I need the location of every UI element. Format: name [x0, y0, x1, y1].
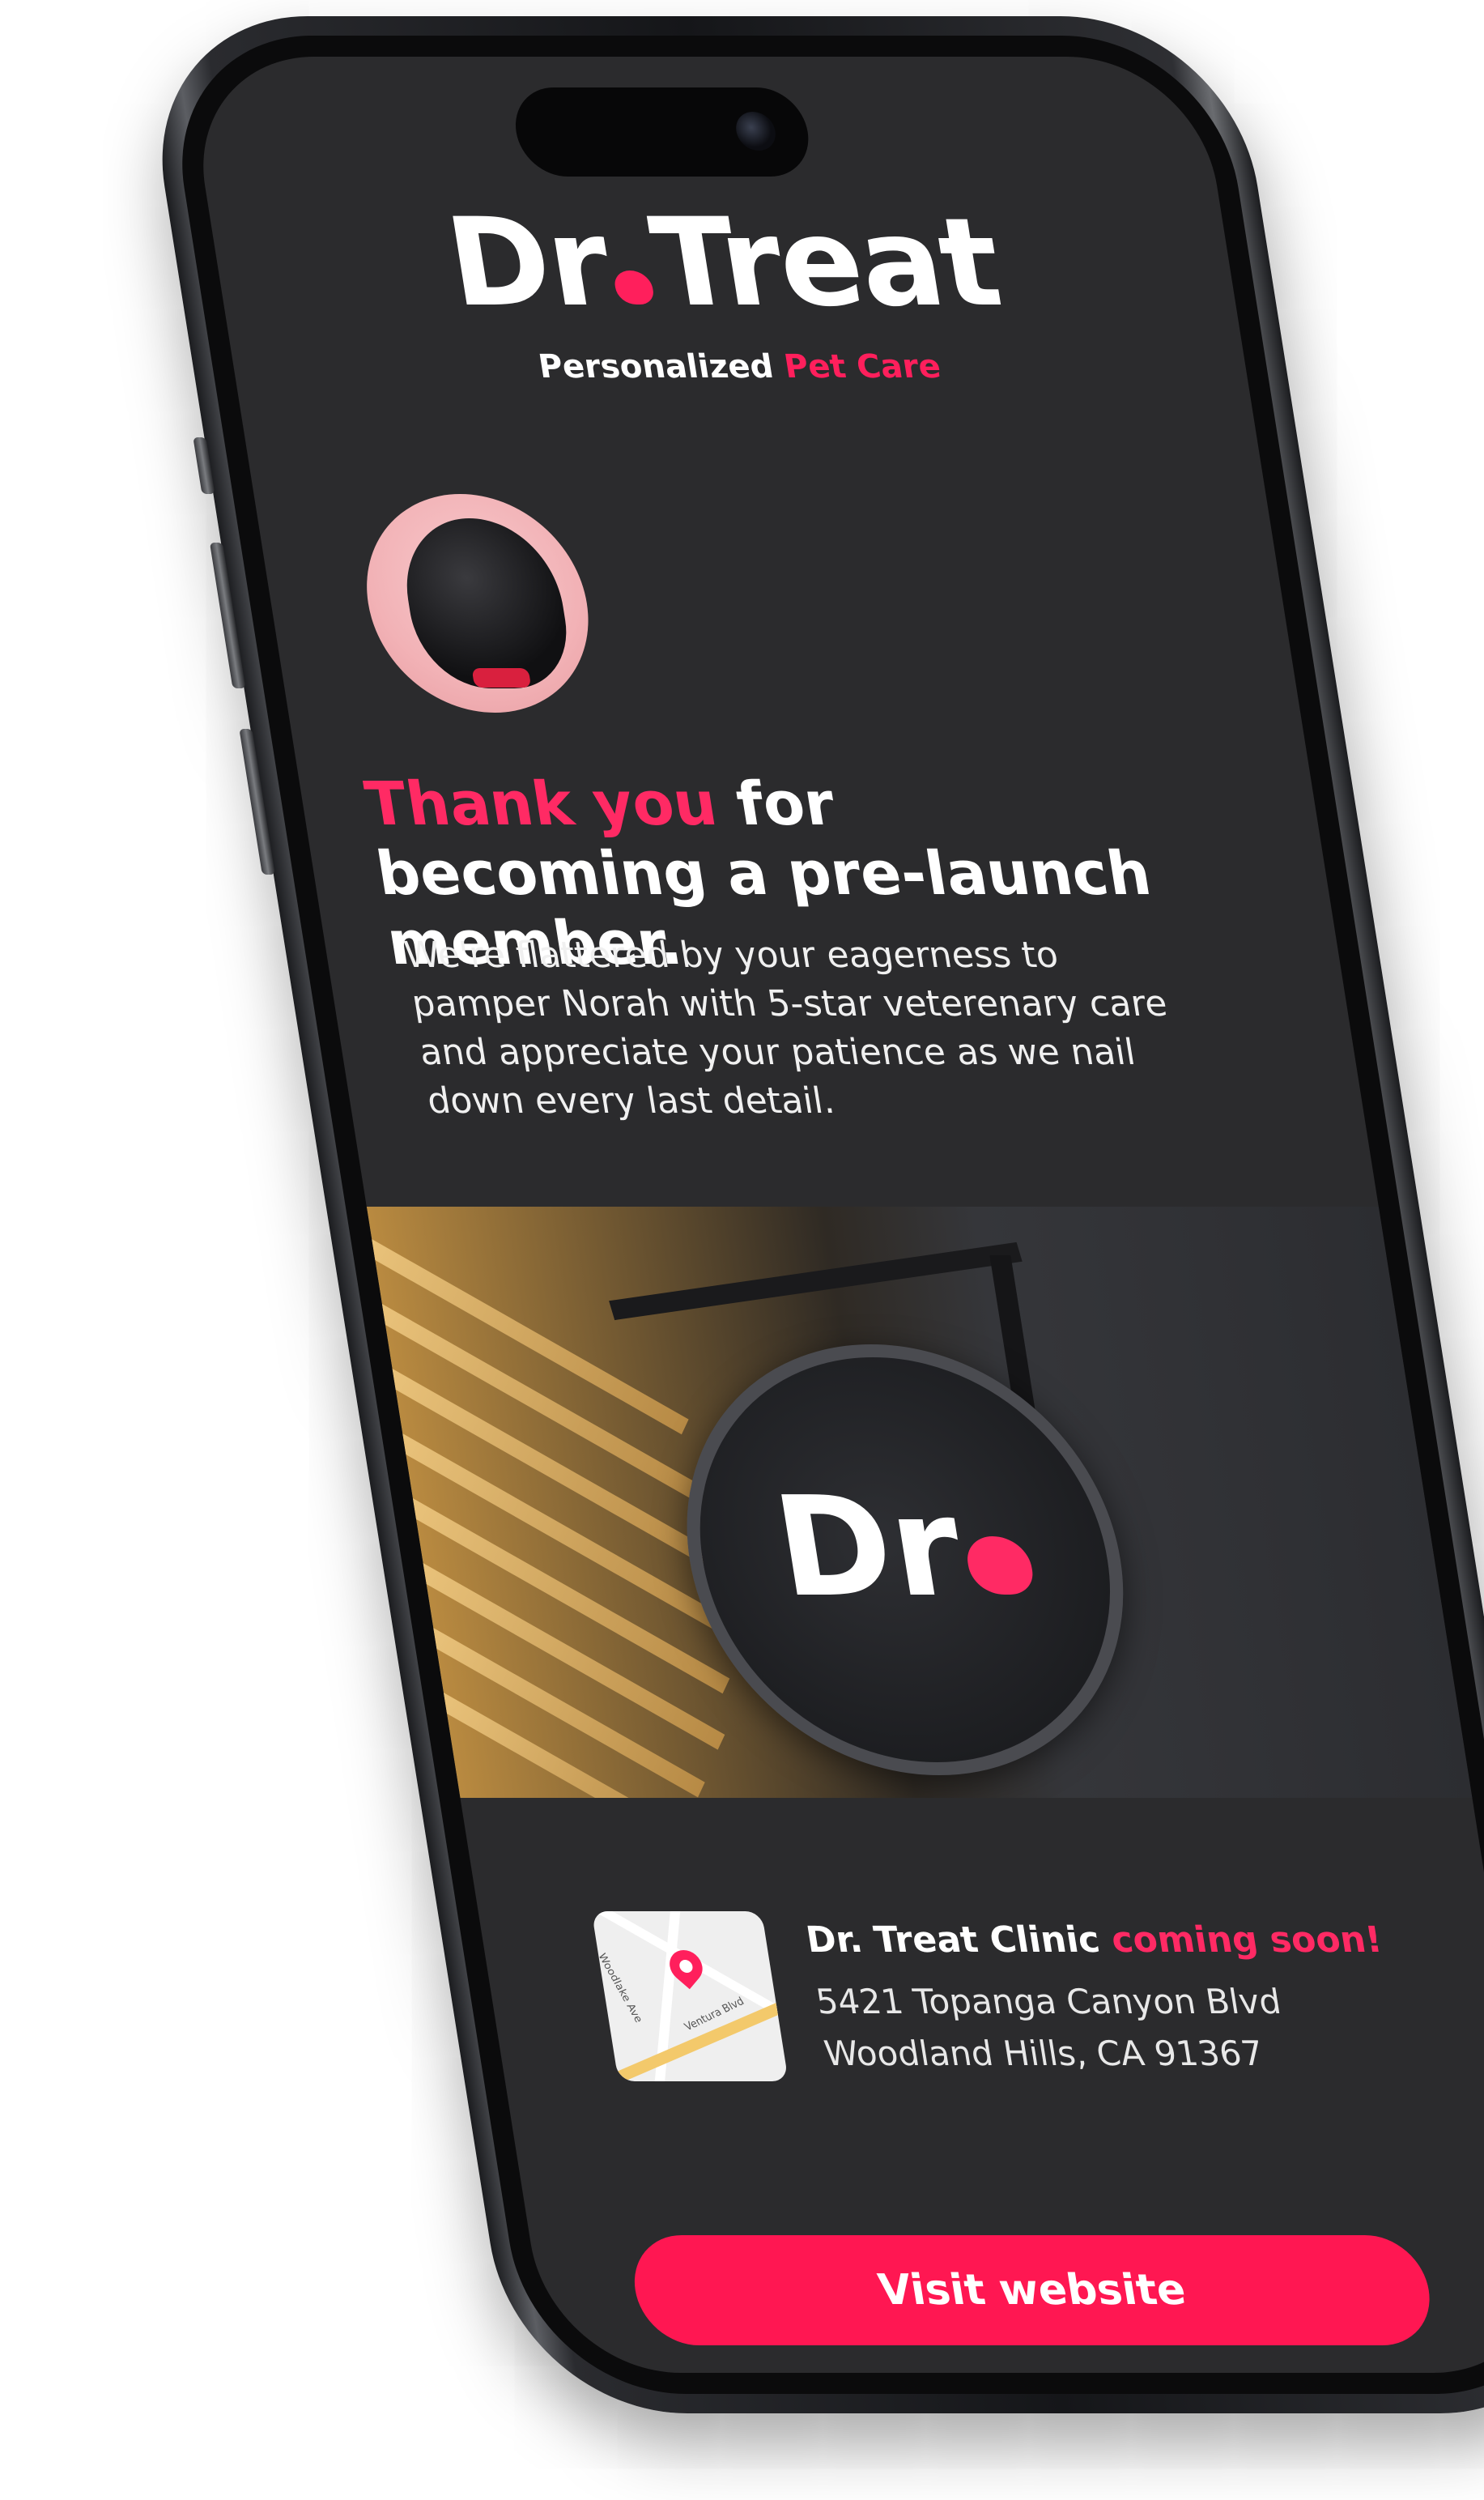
- stage: Dr Treat Personalized Pet Care Thank you …: [0, 0, 1484, 2500]
- visit-website-button[interactable]: Visit website: [626, 2235, 1438, 2345]
- heart-dot-icon: [612, 270, 656, 305]
- sign-logo: Dr: [690, 1467, 1116, 1628]
- phone-body: Dr Treat Personalized Pet Care Thank you …: [138, 16, 1484, 2413]
- sign-text: Dr: [764, 1467, 972, 1628]
- brand-logo: Dr Treat: [207, 193, 1239, 334]
- map-street-label: Woodlake Ave: [595, 1952, 644, 2025]
- phone-mockup: Dr Treat Personalized Pet Care Thank you …: [0, 0, 1484, 2500]
- collar-decoration: [471, 668, 532, 688]
- map-thumbnail[interactable]: Woodlake Ave Ventura Blvd: [591, 1911, 789, 2081]
- tagline-accent: Pet Care: [781, 348, 944, 385]
- address-line1: 5421 Topanga Canyon Blvd: [813, 1982, 1284, 2021]
- brand-tagline: Personalized Pet Care: [231, 348, 1248, 385]
- address-line2: Woodland Hills, CA 91367: [821, 2034, 1266, 2073]
- camera-icon: [733, 112, 779, 151]
- clinic-address: 5421 Topanga Canyon Blvd Woodland Hills,…: [812, 1976, 1427, 2080]
- dog-icon: [395, 518, 576, 688]
- clinic-title: Dr. Treat Clinic coming soon!: [803, 1919, 1425, 1961]
- headline-accent: Thank you: [360, 769, 722, 839]
- logo-text-right: Treat: [642, 193, 1009, 334]
- clinic-title-accent: coming soon!: [1095, 1919, 1385, 1961]
- clinic-title-plain: Dr. Treat Clinic: [803, 1919, 1103, 1961]
- clinic-sign-photo: Dr: [366, 1207, 1473, 1798]
- dynamic-island: [508, 87, 815, 177]
- logo-text-left: Dr: [438, 193, 619, 334]
- clinic-sign: Dr: [655, 1344, 1155, 1775]
- body-paragraph: We're flattered by your eagerness to pam…: [401, 935, 1171, 1122]
- pet-avatar: [351, 494, 605, 713]
- tagline-plain: Personalized: [535, 348, 776, 385]
- heart-dot-icon: [963, 1536, 1037, 1595]
- sign-bracket: [609, 1241, 1023, 1321]
